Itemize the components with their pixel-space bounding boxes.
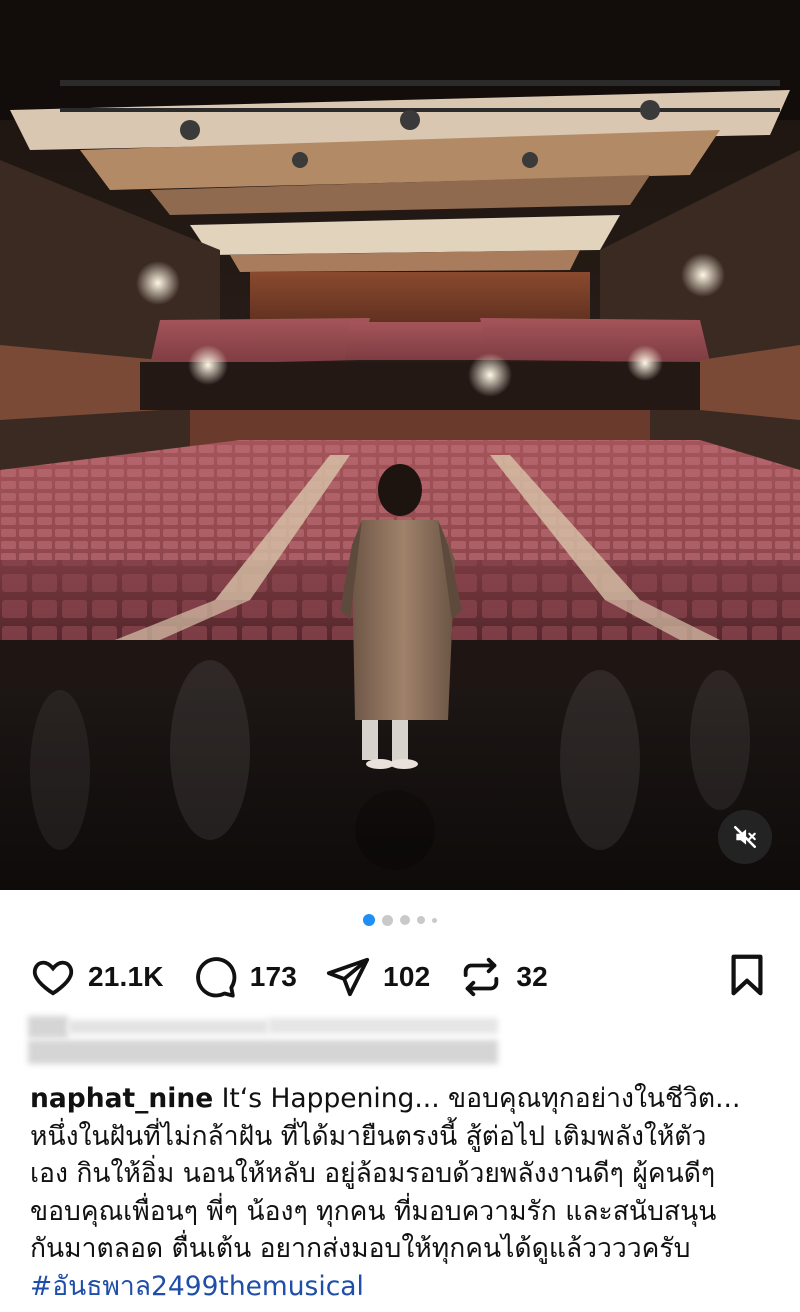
like-button[interactable]: 21.1K: [30, 954, 164, 1000]
caption-username[interactable]: naphat_nine: [30, 1083, 213, 1114]
theater-stage-image: [0, 0, 800, 890]
repost-arrows-icon: [464, 957, 499, 997]
save-button[interactable]: [724, 952, 770, 1003]
carousel-dot: [432, 917, 437, 923]
carousel-dot: [400, 915, 410, 925]
caption-line: It‘s Happening... ขอบคุณทุกอย่างในชีวิต.…: [221, 1083, 741, 1114]
paper-plane-icon: [326, 957, 370, 997]
carousel-dot: [382, 914, 393, 926]
action-bar: 21.1K 173 102 32: [30, 952, 770, 1002]
comment-button[interactable]: 173: [192, 954, 297, 1000]
comment-count: 173: [249, 961, 298, 992]
like-count: 21.1K: [88, 961, 164, 992]
mute-button[interactable]: [718, 810, 772, 864]
caption-line: กันมาตลอด ตื่นเต้น อยากส่งมอบให้ทุกคนได้…: [30, 1233, 691, 1264]
hashtag-link[interactable]: #อันธพาล2499themusical: [30, 1268, 775, 1306]
caption-line: ขอบคุณเพื่อนๆ พี่ๆ น้องๆ ทุกคน ที่มอบควา…: [30, 1195, 717, 1227]
repost-button[interactable]: 32: [458, 954, 548, 1000]
speech-bubble-icon: [195, 957, 237, 998]
bookmark-icon: [731, 954, 763, 995]
caption-line: หนึ่งในฝันที่ไม่กล้าฝัน ที่ได้มายืนตรงนี…: [30, 1120, 707, 1152]
redacted-liked-by: [28, 1012, 498, 1070]
share-button[interactable]: 102: [325, 954, 430, 1000]
repost-count: 32: [516, 961, 548, 992]
carousel-indicator: [0, 914, 800, 926]
post-caption: naphat_nine It‘s Happening... ขอบคุณทุกอ…: [30, 1080, 775, 1305]
carousel-dot: [417, 916, 425, 924]
caption-line: เอง กินให้อิ่ม นอนให้หลับ อยู่ล้อมรอบด้ว…: [30, 1158, 716, 1189]
post-photo[interactable]: [0, 0, 800, 890]
speaker-muted-icon: [733, 825, 757, 849]
share-count: 102: [383, 961, 431, 992]
carousel-dot-active: [363, 914, 375, 926]
heart-outline-icon: [32, 960, 74, 996]
